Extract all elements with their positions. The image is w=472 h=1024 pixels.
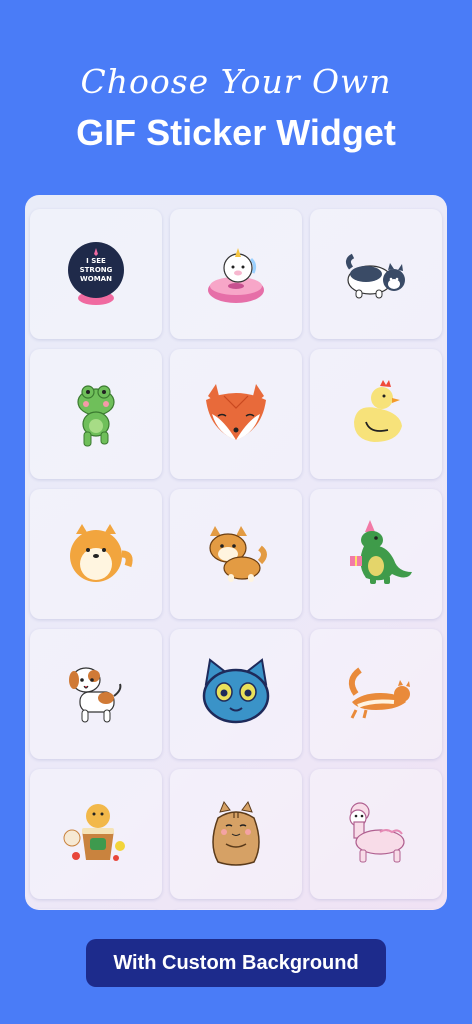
fox-face-sticker xyxy=(206,384,266,440)
sticker-tile-18-partial[interactable] xyxy=(310,909,442,910)
sticker-tile-3[interactable] xyxy=(310,209,442,339)
chubby-tabby-cat-sticker xyxy=(212,800,260,866)
husky-dog-sticker xyxy=(345,253,405,299)
sticker-tile-4[interactable] xyxy=(30,349,162,479)
sticker-tile-9[interactable] xyxy=(310,489,442,619)
sticker-tile-2[interactable] xyxy=(170,209,302,339)
sticker-tile-16-partial[interactable] xyxy=(30,909,162,910)
green-frog-sticker xyxy=(77,385,115,447)
party-dinosaur-sticker xyxy=(350,520,412,584)
sticker-tile-14[interactable] xyxy=(170,769,302,899)
globe-text-line-1: I SEE xyxy=(86,257,106,265)
globe-text-line-2: STRONG xyxy=(80,266,113,274)
hamster-cake-sticker xyxy=(63,804,125,861)
sticker-tile-11[interactable] xyxy=(170,629,302,759)
sticker-tile-7[interactable] xyxy=(30,489,162,619)
stretching-orange-cat-sticker xyxy=(348,667,410,719)
blue-cat-face-sticker xyxy=(202,658,270,724)
main-title: GIF Sticker Widget xyxy=(76,112,396,153)
sticker-tile-8[interactable] xyxy=(170,489,302,619)
sticker-tile-10[interactable] xyxy=(30,629,162,759)
pomeranian-dog-sticker xyxy=(70,524,133,582)
sticker-panel: I SEE STRONG WOMAN xyxy=(25,195,447,910)
sticker-tile-15[interactable] xyxy=(310,769,442,899)
globe-text-line-3: WOMAN xyxy=(80,275,112,283)
puppy-dog-sticker xyxy=(69,667,122,723)
custom-background-button[interactable]: With Custom Background xyxy=(86,939,386,987)
sticker-tile-12[interactable] xyxy=(310,629,442,759)
pink-alpaca-sticker xyxy=(349,802,405,863)
sticker-tile-1[interactable]: I SEE STRONG WOMAN xyxy=(30,209,162,339)
shiba-inu-sticker xyxy=(209,526,267,582)
script-title: Choose Your Own xyxy=(80,62,392,101)
strong-woman-globe-sticker: I SEE STRONG WOMAN xyxy=(68,242,124,305)
sticker-tile-5[interactable] xyxy=(170,349,302,479)
sticker-tile-13[interactable] xyxy=(30,769,162,899)
yellow-duck-sticker xyxy=(354,380,402,442)
sticker-tile-17-partial[interactable] xyxy=(170,909,302,910)
unicorn-donut-sticker xyxy=(208,248,264,303)
sticker-tile-6[interactable] xyxy=(310,349,442,479)
